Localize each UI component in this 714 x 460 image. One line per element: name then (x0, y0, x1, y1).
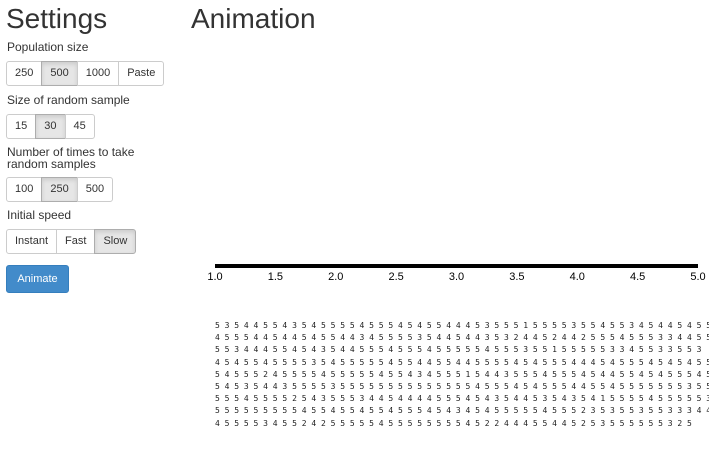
population-option-500[interactable]: 500 (41, 61, 78, 86)
value-axis: 1.0 1.5 2.0 2.5 3.0 3.5 4.0 4.5 5.0 (207, 264, 706, 283)
sample-size-option-30[interactable]: 30 (35, 114, 66, 139)
speed-option-slow[interactable]: Slow (94, 229, 137, 254)
axis-tick-label: 5.0 (690, 271, 705, 283)
sample-row: 4 5 5 5 4 4 5 4 4 5 4 5 5 4 4 3 4 5 5 5 … (215, 333, 709, 343)
sample-size-option-15[interactable]: 15 (6, 114, 37, 139)
axis-tick-label: 3.5 (509, 271, 524, 283)
sample-values-area: 5 3 5 4 4 5 5 4 3 5 4 5 5 5 5 4 5 5 5 4 … (215, 320, 709, 430)
axis-tick-label: 2.5 (388, 271, 403, 283)
num-samples-label-line2: random samples (7, 157, 96, 171)
sample-size-option-45[interactable]: 45 (64, 114, 95, 139)
axis-tick-label: 1.5 (268, 271, 283, 283)
axis-tick-label: 4.0 (570, 271, 585, 283)
population-size-group: 250 500 1000 Paste (6, 61, 165, 86)
settings-title: Settings (6, 3, 108, 34)
population-option-paste[interactable]: Paste (118, 61, 165, 86)
sample-row: 5 4 5 5 5 2 4 5 5 5 5 4 5 5 5 5 5 4 5 5 … (215, 369, 709, 379)
initial-speed-group: Instant Fast Slow (6, 229, 137, 254)
sample-row: 4 5 4 5 5 4 5 5 5 5 3 5 4 5 5 5 5 5 4 5 … (215, 357, 709, 367)
initial-speed-label: Initial speed (7, 208, 72, 222)
sample-row: 5 5 5 5 5 5 5 5 5 4 5 5 4 5 5 4 5 5 4 5 … (215, 406, 709, 416)
num-samples-option-100[interactable]: 100 (6, 177, 43, 202)
axis-tick-label: 1.0 (207, 271, 222, 283)
num-samples-group: 100 250 500 (6, 177, 114, 202)
sample-size-label: Size of random sample (7, 93, 130, 107)
animation-title: Animation (191, 3, 316, 34)
population-size-label: Population size (7, 40, 89, 54)
population-option-1000[interactable]: 1000 (76, 61, 120, 86)
sample-row: 5 5 5 4 5 5 5 5 2 5 4 3 5 5 5 3 4 4 5 4 … (215, 394, 709, 404)
axis-tick-label: 2.0 (328, 271, 343, 283)
axis-tick-label: 4.5 (630, 271, 645, 283)
sample-row: 5 3 5 4 4 5 5 4 3 5 4 5 5 5 5 4 5 5 5 4 … (215, 321, 709, 330)
population-option-250[interactable]: 250 (6, 61, 43, 86)
sample-row: 4 5 5 5 5 3 4 5 5 2 4 2 5 5 5 5 5 4 5 5 … (215, 418, 692, 428)
speed-option-fast[interactable]: Fast (56, 229, 96, 254)
sample-size-group: 15 30 45 (6, 114, 95, 139)
speed-option-instant[interactable]: Instant (6, 229, 58, 254)
num-samples-option-500[interactable]: 500 (76, 177, 114, 202)
sample-row: 5 5 3 4 4 4 5 5 4 5 4 3 5 4 4 5 5 5 4 5 … (215, 345, 702, 355)
sample-row: 5 4 5 3 5 4 4 3 5 5 5 5 3 5 5 5 5 5 5 5 … (215, 381, 709, 391)
axis-tick-label: 3.0 (449, 271, 464, 283)
num-samples-option-250[interactable]: 250 (41, 177, 78, 202)
